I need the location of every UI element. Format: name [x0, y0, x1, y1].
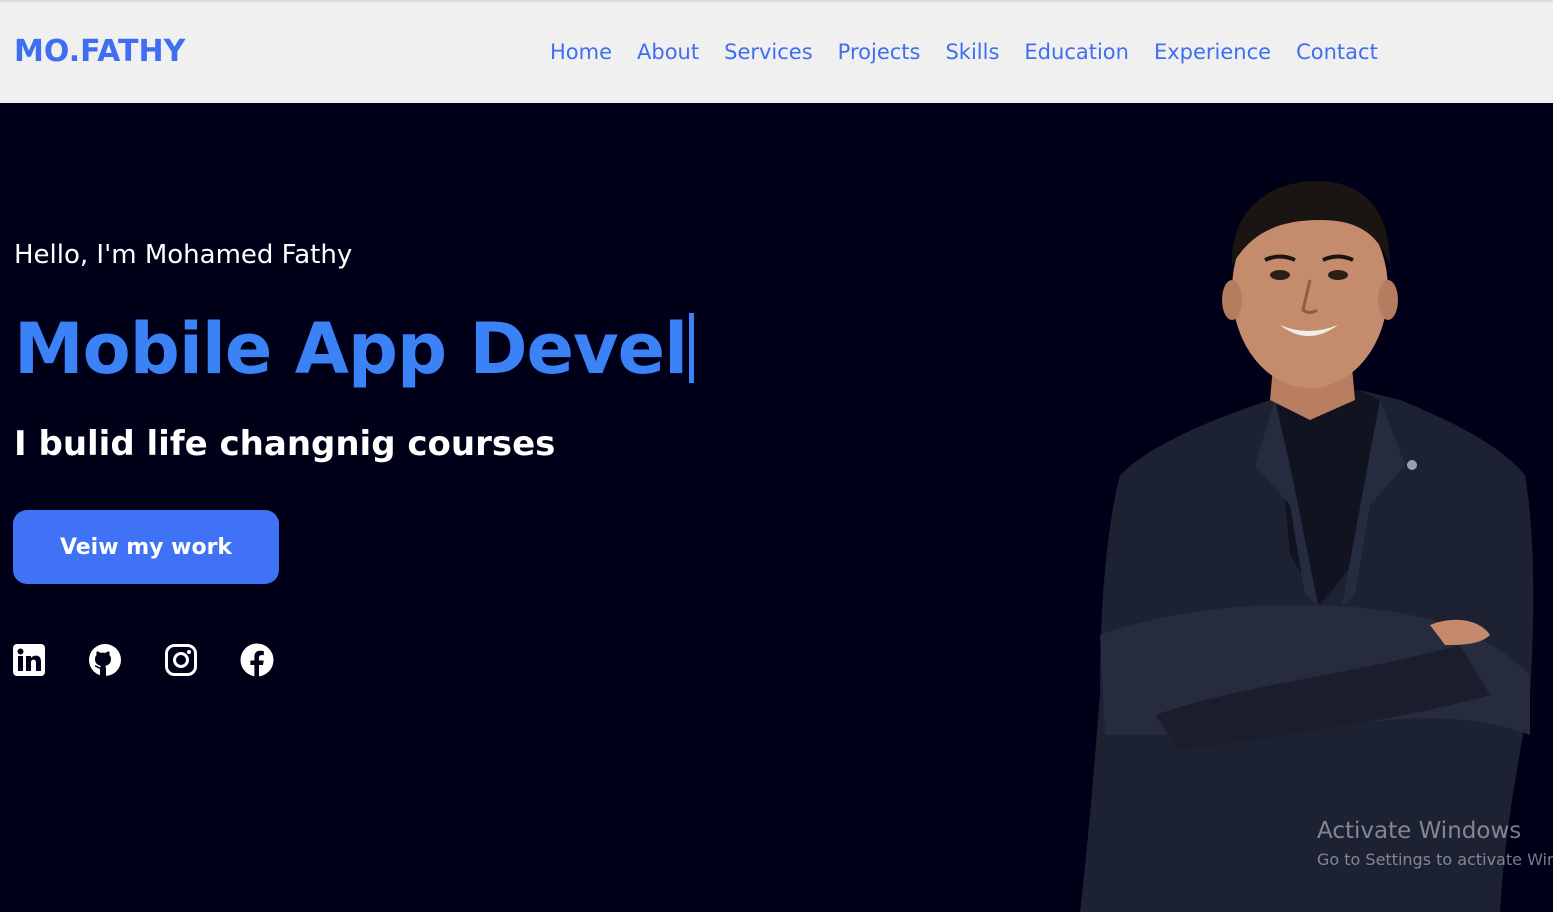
nav-about-link[interactable]: About [637, 40, 699, 64]
watermark-subtitle: Go to Settings to activate Windows. [1317, 850, 1553, 869]
nav-projects-link[interactable]: Projects [838, 40, 921, 64]
nav-experience-link[interactable]: Experience [1154, 40, 1271, 64]
nav-home-link[interactable]: Home [550, 40, 612, 64]
hero-greeting: Hello, I'm Mohamed Fathy [14, 240, 353, 270]
navbar: MO.FATHY Home About Services Projects Sk… [0, 0, 1553, 103]
site-logo[interactable]: MO.FATHY [14, 34, 185, 69]
linkedin-icon[interactable] [12, 643, 46, 677]
windows-activation-watermark: Activate Windows Go to Settings to activ… [1317, 818, 1553, 869]
profile-portrait [1060, 175, 1553, 912]
instagram-icon[interactable] [164, 643, 198, 677]
hero-role-typewriter: Mobile App Devel [14, 308, 695, 390]
nav-contact-link[interactable]: Contact [1296, 40, 1378, 64]
watermark-title: Activate Windows [1317, 818, 1522, 844]
hero-role-text: Mobile App Devel [14, 308, 688, 390]
nav-education-link[interactable]: Education [1024, 40, 1129, 64]
nav-skills-link[interactable]: Skills [945, 40, 999, 64]
github-icon[interactable] [88, 643, 122, 677]
nav-menu: Home About Services Projects Skills Educ… [550, 40, 1403, 64]
typing-cursor [689, 313, 695, 383]
nav-services-link[interactable]: Services [724, 40, 813, 64]
social-links [12, 643, 316, 677]
hero-tagline: I bulid life changnig courses [14, 424, 556, 464]
facebook-icon[interactable] [240, 643, 274, 677]
view-work-button[interactable]: Veiw my work [13, 510, 279, 584]
